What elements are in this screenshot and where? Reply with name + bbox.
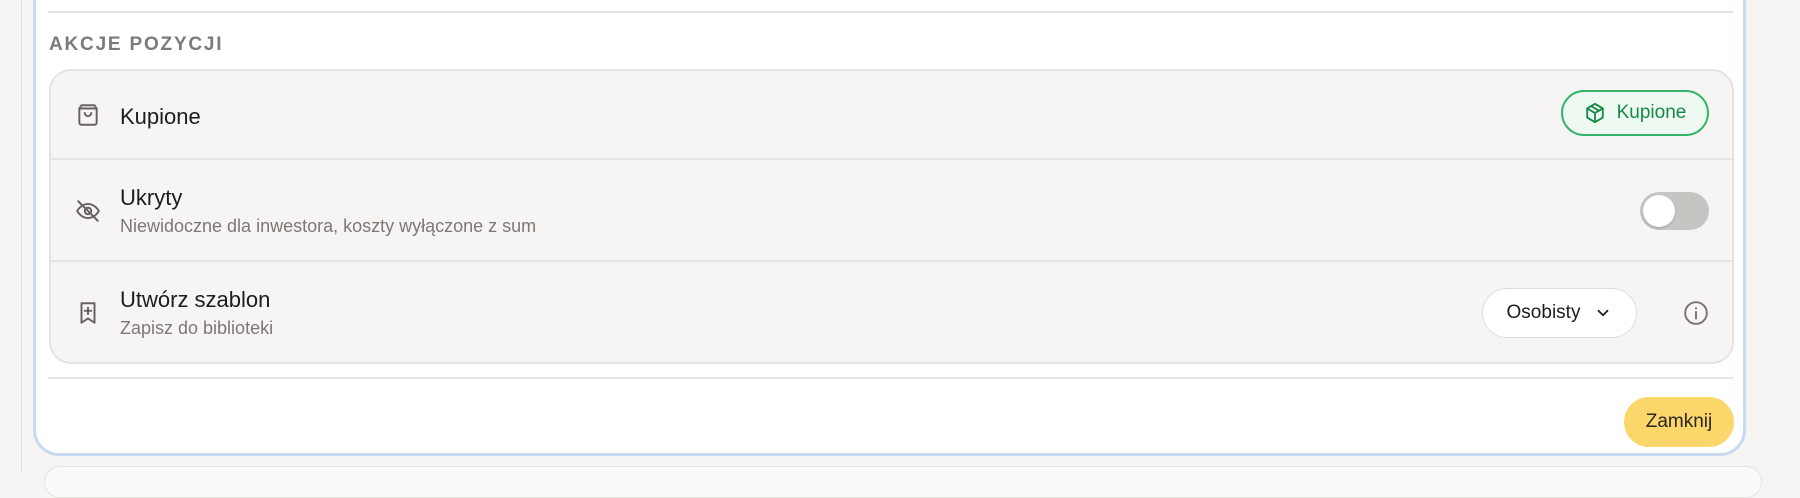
package-icon xyxy=(1584,102,1606,124)
item-actions-card: Kupione Kupione Ukryty Niewidoczne dla i… xyxy=(49,69,1734,364)
hidden-toggle[interactable] xyxy=(1640,192,1709,230)
purchased-row: Kupione Kupione xyxy=(51,71,1732,160)
shopping-bag-icon xyxy=(75,102,101,128)
bottom-divider xyxy=(48,377,1733,379)
hidden-title: Ukryty xyxy=(120,185,183,210)
close-button[interactable]: Zamknij xyxy=(1624,397,1734,447)
purchased-pill-label: Kupione xyxy=(1616,102,1687,123)
section-title: AKCJE POZYCJI xyxy=(49,34,224,55)
template-scope-dropdown[interactable]: Osobisty xyxy=(1482,288,1637,338)
template-scope-value: Osobisty xyxy=(1506,302,1581,323)
left-divider xyxy=(21,0,22,472)
chevron-down-icon xyxy=(1594,304,1612,322)
purchased-title: Kupione xyxy=(120,104,201,129)
info-icon[interactable] xyxy=(1683,300,1709,326)
hidden-subtitle: Niewidoczne dla inwestora, koszty wyłącz… xyxy=(120,216,537,236)
create-template-subtitle: Zapisz do biblioteki xyxy=(120,318,274,338)
create-template-row: Utwórz szablon Zapisz do biblioteki Osob… xyxy=(51,262,1732,362)
hidden-row: Ukryty Niewidoczne dla inwestora, koszty… xyxy=(51,160,1732,262)
eye-off-icon xyxy=(75,198,101,224)
next-card-edge xyxy=(44,466,1762,498)
toggle-knob xyxy=(1643,195,1675,227)
top-divider xyxy=(48,11,1733,13)
bookmark-plus-icon xyxy=(75,300,101,326)
create-template-title: Utwórz szablon xyxy=(120,287,271,312)
purchased-status-button[interactable]: Kupione xyxy=(1561,90,1709,136)
